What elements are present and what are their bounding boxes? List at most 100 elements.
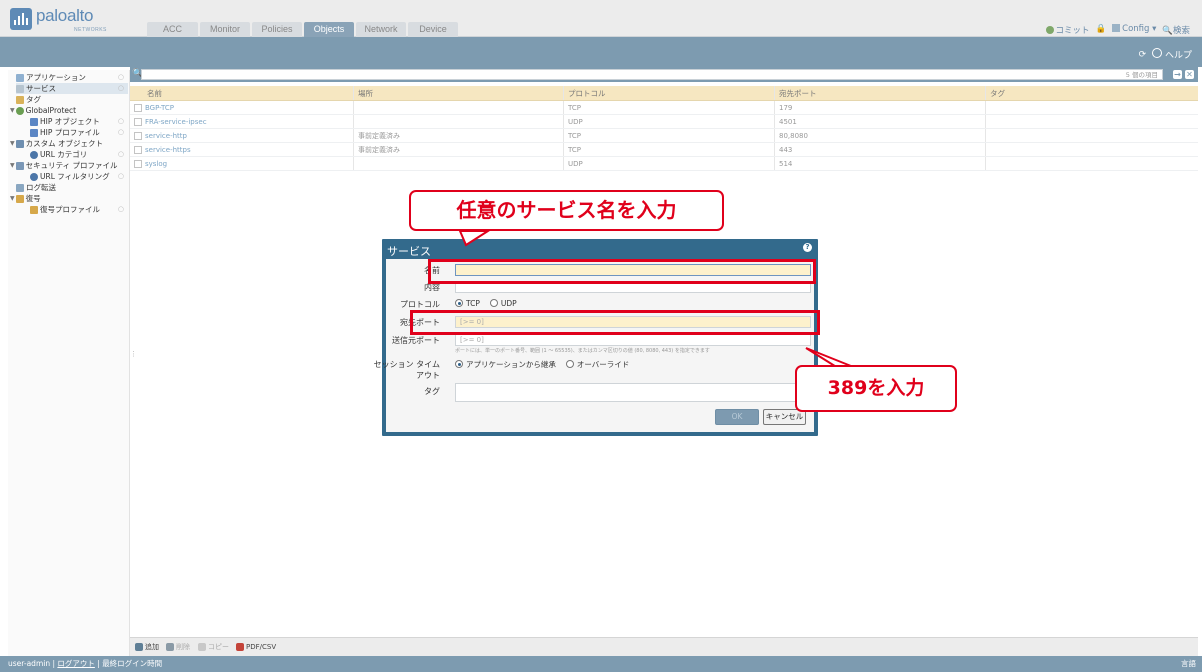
row-checkbox[interactable] [134, 160, 142, 168]
status-footer: user-admin | ログアウト | 最終ログイン時間 言語 [0, 656, 1202, 672]
clear-filter-button[interactable]: ✕ [1185, 70, 1194, 79]
context-bar: ⟳ ヘルプ [0, 37, 1202, 67]
source-port-input[interactable]: [>= 0] [455, 334, 811, 346]
timeout-inherit-radio[interactable]: アプリケーションから継承 [455, 359, 556, 370]
expand-arrow-icon[interactable]: ▼ [10, 105, 15, 116]
logout-link[interactable]: ログアウト [57, 659, 95, 668]
table-row[interactable]: BGP-TCP TCP 179 [130, 101, 1198, 115]
service-name-link[interactable]: syslog [145, 157, 167, 171]
table-row[interactable]: service-http 事前定義済み TCP 80,8080 [130, 129, 1198, 143]
sidebar-item-application[interactable]: アプリケーション ○ [16, 72, 128, 83]
language-link[interactable]: 言語 [1181, 656, 1196, 672]
item-count: 5 個の項目 [1125, 71, 1158, 79]
hip-object-icon [30, 117, 38, 126]
table-row[interactable]: service-https 事前定義済み TCP 443 [130, 143, 1198, 157]
sidebar-item-decryption-profile[interactable]: 復号プロファイル ○ [30, 204, 128, 215]
search-icon: 🔍 [1162, 26, 1173, 36]
current-user: user-admin [8, 659, 51, 668]
refresh-icon[interactable]: ⟳ [1139, 50, 1147, 60]
splitter-handle[interactable]: ⋮ [130, 350, 137, 362]
sidebar-item-decryption[interactable]: ▼ 復号 [10, 193, 128, 204]
tag-label: タグ [424, 387, 440, 396]
expand-arrow-icon[interactable]: ▼ [10, 193, 15, 204]
grid-action-bar: 追加 削除 コピー PDF/CSV [130, 637, 1198, 656]
column-header-location[interactable]: 場所 [358, 86, 373, 101]
row-checkbox[interactable] [134, 132, 142, 140]
name-instruction-callout: 任意のサービス名を入力 [409, 190, 724, 231]
sidebar-item-service[interactable]: サービス ○ [16, 83, 128, 94]
copy-button[interactable]: コピー [198, 642, 229, 652]
security-profile-icon [15, 161, 24, 170]
column-header-dest-port[interactable]: 宛先ポート [779, 86, 817, 101]
sidebar-item-hip-object[interactable]: HIP オブジェクト ○ [30, 116, 128, 127]
expand-arrow-icon[interactable]: ▼ [10, 138, 15, 149]
url-filtering-icon [30, 172, 38, 181]
help-button[interactable]: ヘルプ [1152, 48, 1192, 61]
column-header-tag[interactable]: タグ [990, 86, 1005, 101]
timeout-override-radio[interactable]: オーバーライド [565, 359, 629, 370]
filter-input[interactable]: 5 個の項目 [141, 69, 1163, 80]
logo-text: paloalto [36, 6, 94, 25]
logo-subtext: NETWORKS [74, 27, 107, 33]
add-button[interactable]: 追加 [135, 642, 159, 652]
service-name-link[interactable]: BGP-TCP [145, 101, 174, 115]
tag-input[interactable] [455, 383, 811, 402]
service-name-link[interactable]: service-https [145, 143, 191, 157]
sidebar-item-url-filtering[interactable]: URL フィルタリング ○ [30, 171, 128, 182]
table-row[interactable]: syslog UDP 514 [130, 157, 1198, 171]
service-name-link[interactable]: FRA-service-ipsec [145, 115, 207, 129]
decryption-icon [15, 194, 24, 203]
row-checkbox[interactable] [134, 118, 142, 126]
delete-button[interactable]: 削除 [166, 642, 190, 652]
logo-mark-icon [10, 8, 32, 30]
hip-profile-icon [30, 128, 38, 137]
sidebar-item-tag[interactable]: タグ [16, 94, 128, 105]
services-table: 名前 場所 プロトコル 宛先ポート タグ BGP-TCP TCP 179 FRA… [130, 86, 1198, 171]
apply-filter-button[interactable]: → [1173, 70, 1182, 79]
application-icon [16, 73, 24, 82]
tab-acc[interactable]: ACC [147, 22, 198, 37]
config-icon [1112, 24, 1121, 32]
log-forwarding-icon [16, 183, 24, 192]
sidebar-item-hip-profile[interactable]: HIP プロファイル ○ [30, 127, 128, 138]
session-timeout-label-2: アウト [416, 371, 440, 380]
top-actions: コミット 🔒 Config ▾ 🔍検索 [1045, 24, 1190, 36]
dialog-help-icon[interactable]: ? [803, 243, 812, 252]
port-instruction-callout: 389を入力 [795, 365, 957, 412]
sidebar-item-security-profile[interactable]: ▼ セキュリティ プロファイル [10, 160, 128, 171]
dest-port-field-highlight [410, 310, 820, 335]
row-checkbox[interactable] [134, 104, 142, 112]
protocol-radio-group: TCP UDP [455, 299, 517, 308]
decryption-profile-icon [30, 205, 38, 214]
search-button[interactable]: 🔍検索 [1162, 24, 1190, 36]
pdf-csv-button[interactable]: PDF/CSV [236, 642, 276, 652]
column-header-name[interactable]: 名前 [147, 86, 162, 101]
protocol-udp-radio[interactable]: UDP [489, 299, 517, 308]
commit-button[interactable]: コミット [1045, 24, 1090, 36]
service-name-link[interactable]: service-http [145, 129, 187, 143]
add-icon [135, 643, 143, 651]
row-checkbox[interactable] [134, 146, 142, 154]
url-category-icon [30, 150, 38, 159]
protocol-tcp-radio[interactable]: TCP [455, 299, 480, 308]
sidebar-item-url-category[interactable]: URL カテゴリ ○ [30, 149, 128, 160]
column-header-protocol[interactable]: プロトコル [568, 86, 606, 101]
lock-icon[interactable]: 🔒 [1096, 24, 1107, 36]
session-timeout-label-1: セッション タイム [373, 360, 440, 369]
sidebar-item-globalprotect[interactable]: ▼ GlobalProtect [10, 105, 128, 116]
tab-objects[interactable]: Objects [304, 22, 354, 37]
expand-arrow-icon[interactable]: ▼ [10, 160, 15, 171]
tag-icon [16, 95, 24, 104]
ok-button[interactable]: OK [715, 409, 759, 425]
tab-network[interactable]: Network [356, 22, 406, 37]
delete-icon [166, 643, 174, 651]
tab-policies[interactable]: Policies [252, 22, 302, 37]
config-menu[interactable]: Config ▾ [1112, 24, 1156, 36]
source-port-label: 送信元ポート [392, 336, 440, 345]
sidebar-item-custom-object[interactable]: ▼ カスタム オブジェクト [10, 138, 128, 149]
table-row[interactable]: FRA-service-ipsec UDP 4501 [130, 115, 1198, 129]
last-login-time: 最終ログイン時間 [102, 659, 163, 668]
sidebar-item-log-forwarding[interactable]: ログ転送 [16, 182, 128, 193]
tab-device[interactable]: Device [408, 22, 458, 37]
tab-monitor[interactable]: Monitor [200, 22, 250, 37]
